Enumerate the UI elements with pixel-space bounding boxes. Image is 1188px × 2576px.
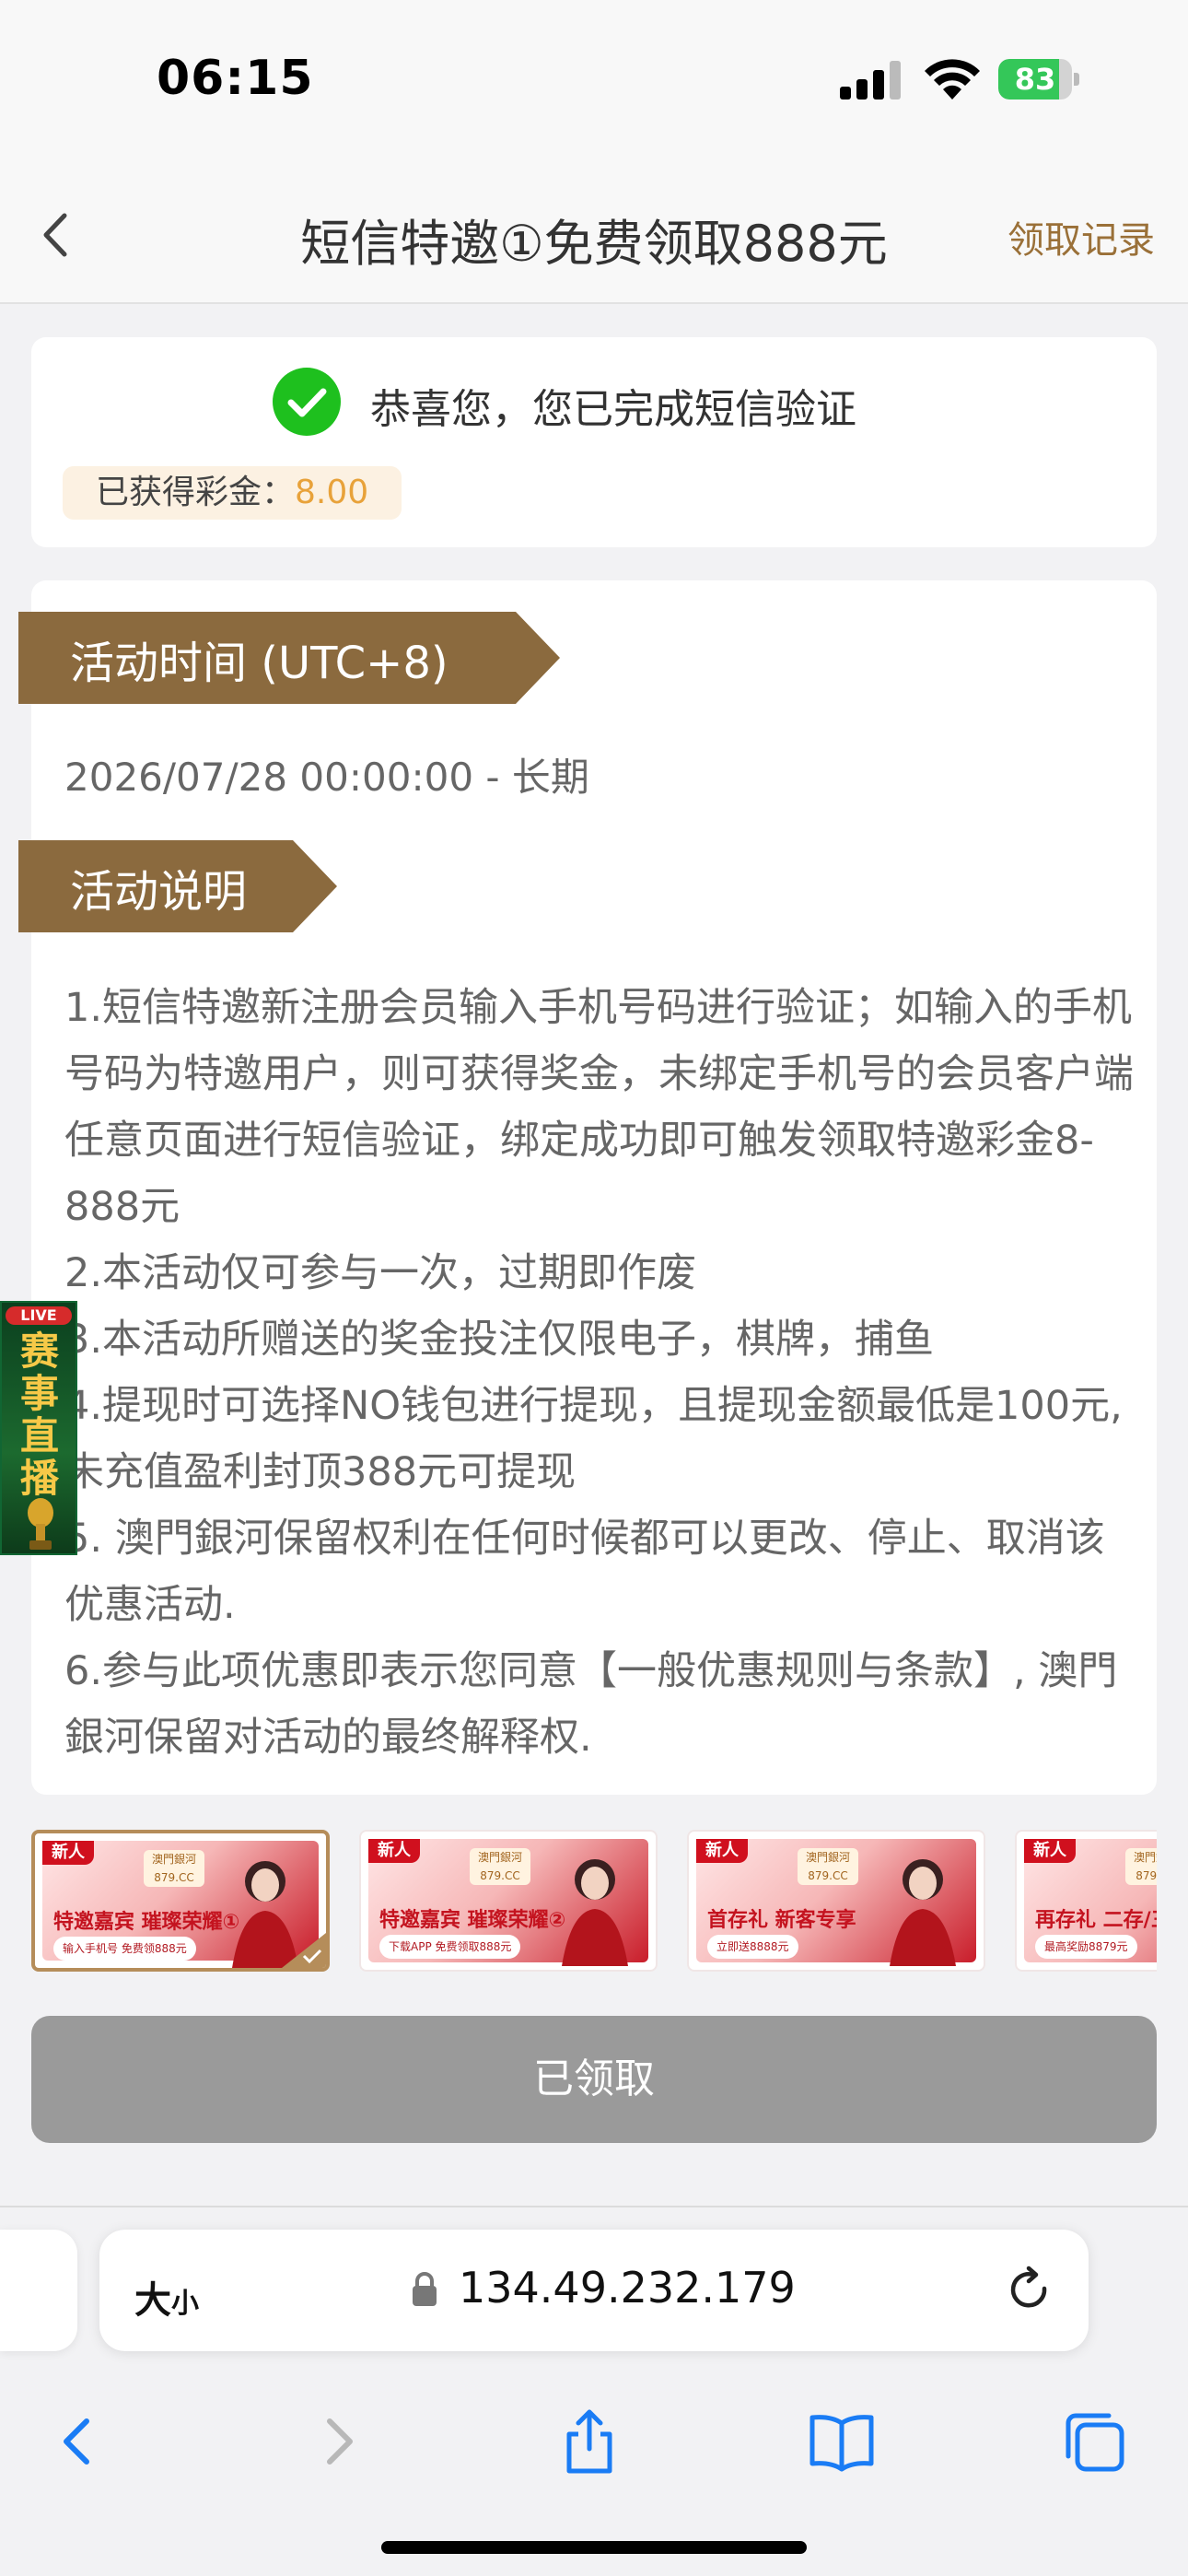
lock-icon bbox=[413, 2272, 437, 2306]
bonus-label: 已获得彩金： bbox=[96, 474, 296, 511]
address-bar[interactable]: 大小 134.49.232.179 bbox=[99, 2230, 1089, 2351]
rule-item: 3.本活动所赠送的奖金投注仅限电子，棋牌，捕鱼 bbox=[64, 1317, 935, 1363]
live-tag: LIVE bbox=[6, 1306, 72, 1325]
banner-headline: 特邀嘉宾 璀璨荣耀① bbox=[53, 1911, 240, 1934]
activity-period: 2026/07/28 00:00:00 - 长期 bbox=[64, 755, 589, 800]
promo-banner[interactable]: 新人 澳門銀河 879.CC 特邀嘉宾 璀璨荣耀① 输入手机号 免费领888元 bbox=[31, 1830, 330, 1972]
browser-toolbar: 大小 134.49.232.179 bbox=[0, 2207, 1188, 2576]
action-bar: 已领取 bbox=[0, 1981, 1188, 2207]
back-arrow-icon[interactable] bbox=[42, 2405, 116, 2478]
page-header: 短信特邀①免费领取888元 领取记录 bbox=[0, 166, 1188, 304]
success-message: 恭喜您，您已完成短信验证 bbox=[370, 386, 856, 433]
brand-logo: 澳門銀河 879.CC bbox=[470, 1848, 530, 1885]
brand-logo: 澳門銀河 879.CC bbox=[798, 1848, 858, 1885]
claimed-button[interactable]: 已领取 bbox=[31, 2016, 1157, 2143]
rule-item: 2.本活动仅可参与一次，过期即作废 bbox=[64, 1250, 697, 1296]
forward-arrow-icon[interactable] bbox=[300, 2405, 374, 2478]
banner-headline: 首存礼 新客专享 bbox=[707, 1909, 856, 1932]
new-user-tag: 新人 bbox=[42, 1841, 94, 1865]
live-badge-text: 赛事直播 bbox=[19, 1329, 59, 1501]
text-size-small: 小 bbox=[171, 2288, 199, 2320]
share-icon[interactable] bbox=[553, 2405, 626, 2478]
banner-subtitle: 下载APP 免费领取888元 bbox=[379, 1935, 521, 1959]
verification-success-card: 恭喜您，您已完成短信验证 已获得彩金：8.00 bbox=[31, 337, 1157, 547]
rule-item: 1.短信特邀新注册会员输入手机号码进行验证；如输入的手机号码为特邀用户，则可获得… bbox=[64, 985, 1134, 1230]
tabs-icon[interactable] bbox=[1057, 2405, 1131, 2478]
home-indicator bbox=[381, 2541, 807, 2554]
banner-subtitle: 最高奖励8879元 bbox=[1035, 1935, 1137, 1959]
activity-rules: 1.短信特邀新注册会员输入手机号码进行验证；如输入的手机号码为特邀用户，则可获得… bbox=[64, 975, 1142, 1771]
brand-logo: 澳門銀河 879.CC bbox=[144, 1850, 204, 1887]
status-bar: 06:15 83 bbox=[0, 0, 1188, 166]
previous-tab-preview[interactable] bbox=[0, 2230, 77, 2351]
battery-percent: 83 bbox=[1014, 62, 1056, 97]
activity-time-label: 活动时间 (UTC+8) bbox=[70, 638, 448, 689]
promo-banner-carousel: 新人 澳門銀河 879.CC 特邀嘉宾 璀璨荣耀① 输入手机号 免费领888元 … bbox=[31, 1830, 1157, 1973]
promo-banner[interactable]: 新人 澳門銀河 879.CC 特邀嘉宾 璀璨荣耀② 下载APP 免费领取888元 bbox=[359, 1830, 658, 1972]
banner-headline: 再存礼 二存/三 bbox=[1035, 1909, 1157, 1932]
page-title: 短信特邀①免费领取888元 bbox=[300, 215, 888, 273]
promo-banner[interactable]: 新人 澳門銀河 879.CC 再存礼 二存/三 最高奖励8879元 bbox=[1015, 1830, 1157, 1972]
promo-model-image bbox=[890, 1859, 956, 1966]
promo-model-image bbox=[232, 1861, 298, 1968]
status-time: 06:15 bbox=[157, 51, 314, 106]
bonus-value: 8.00 bbox=[295, 474, 369, 511]
banner-subtitle: 立即送8888元 bbox=[707, 1935, 798, 1959]
activity-desc-label: 活动说明 bbox=[70, 866, 248, 918]
claim-records-link[interactable]: 领取记录 bbox=[1007, 210, 1155, 263]
promo-model-image bbox=[562, 1859, 628, 1966]
new-user-tag: 新人 bbox=[1024, 1839, 1076, 1863]
promo-banner[interactable]: 新人 澳門銀河 879.CC 首存礼 新客专享 立即送8888元 bbox=[687, 1830, 985, 1972]
activity-time-heading: 活动时间 (UTC+8) bbox=[18, 612, 560, 704]
page-settings-button[interactable]: 大小 bbox=[134, 2270, 199, 2324]
rule-item: 5. 澳門銀河保留权利在任何时候都可以更改、停止、取消该优惠活动. bbox=[64, 1516, 1105, 1628]
check-circle-icon bbox=[273, 368, 341, 436]
trophy-icon bbox=[28, 1498, 53, 1550]
bonus-badge: 已获得彩金：8.00 bbox=[63, 466, 402, 520]
live-match-floating-button[interactable]: LIVE 赛事直播 bbox=[0, 1301, 77, 1555]
back-button[interactable] bbox=[28, 203, 83, 267]
url-text: 134.49.232.179 bbox=[459, 2263, 796, 2313]
new-user-tag: 新人 bbox=[696, 1839, 748, 1863]
wifi-icon bbox=[925, 59, 980, 100]
reload-icon[interactable] bbox=[1004, 2265, 1055, 2316]
banner-subtitle: 输入手机号 免费领888元 bbox=[53, 1937, 196, 1961]
activity-detail-card: 活动时间 (UTC+8) 2026/07/28 00:00:00 - 长期 活动… bbox=[18, 580, 1157, 1795]
bookmarks-icon[interactable] bbox=[805, 2405, 879, 2478]
cellular-signal-icon bbox=[840, 61, 904, 100]
banner-headline: 特邀嘉宾 璀璨荣耀② bbox=[379, 1909, 566, 1932]
rule-item: 4.提现时可选择NO钱包进行提现，且提现金额最低是100元,未充值盈利封顶388… bbox=[64, 1383, 1123, 1495]
text-size-big: 大 bbox=[134, 2279, 171, 2322]
rule-item: 6.参与此项优惠即表示您同意【一般优惠规则与条款】, 澳門銀河保留对活动的最终解… bbox=[64, 1648, 1118, 1761]
activity-desc-heading: 活动说明 bbox=[18, 840, 337, 932]
new-user-tag: 新人 bbox=[368, 1839, 420, 1863]
battery-icon: 83 bbox=[998, 59, 1079, 100]
brand-logo: 澳門銀河 879.CC bbox=[1125, 1848, 1157, 1885]
